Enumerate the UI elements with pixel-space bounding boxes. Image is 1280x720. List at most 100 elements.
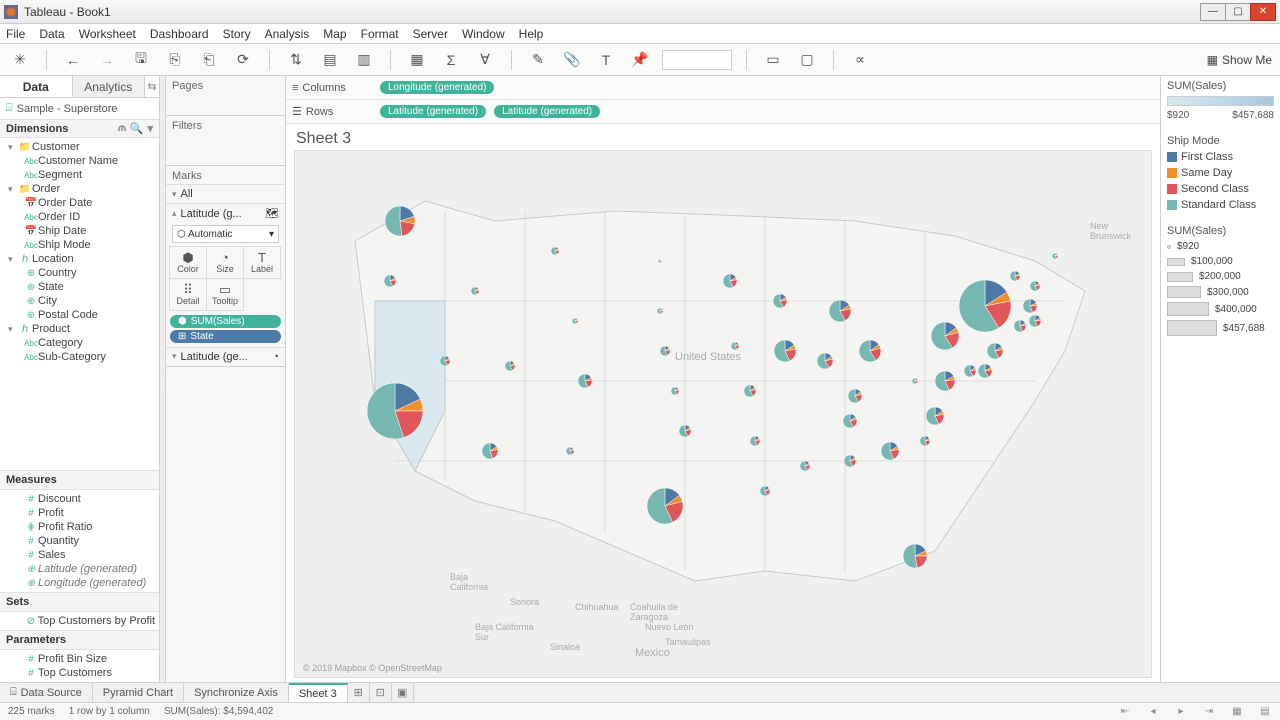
swap-button[interactable]: ⇅ <box>284 48 308 72</box>
view-grid-icon[interactable]: ▦ <box>1230 706 1244 717</box>
view-film-icon[interactable]: ▤ <box>1258 706 1272 717</box>
text-button[interactable]: T <box>594 48 618 72</box>
field-profit-ratio[interactable]: ⋕Profit Ratio <box>0 520 159 534</box>
pill-col-longitude[interactable]: Longitude (generated) <box>380 81 494 94</box>
marks-color[interactable]: ⬢Color <box>169 246 207 279</box>
dim-filter-icon[interactable]: ⫙ <box>118 122 126 135</box>
new-datasource-button[interactable]: ⎘ <box>163 48 187 72</box>
show-me-button[interactable]: ▦ Show Me <box>1207 53 1272 67</box>
totals-button[interactable]: Σ <box>439 48 463 72</box>
marks-label[interactable]: TLabel <box>243 246 281 279</box>
marks-size[interactable]: ◔Size <box>206 246 244 279</box>
side-toggle[interactable]: ⇆ <box>145 76 159 97</box>
menu-story[interactable]: Story <box>223 27 251 41</box>
field-lon-gen[interactable]: ⊕Longitude (generated) <box>0 576 159 590</box>
group-button[interactable]: ▦ <box>405 48 429 72</box>
legend-cat-same[interactable]: Same Day <box>1167 167 1274 179</box>
tableau-icon[interactable]: ✳ <box>8 48 32 72</box>
new-story-button[interactable]: ▣ <box>392 683 414 702</box>
save-button[interactable]: 🖫 <box>129 48 153 72</box>
field-postal-code[interactable]: ⊕Postal Code <box>0 308 159 322</box>
param-top-customers[interactable]: #Top Customers <box>0 666 159 680</box>
forward-button[interactable]: → <box>95 48 119 72</box>
pages-shelf[interactable]: Pages <box>172 80 279 92</box>
legend-size-0[interactable]: $920 <box>1167 241 1274 252</box>
menu-dashboard[interactable]: Dashboard <box>150 27 209 41</box>
field-profit[interactable]: #Profit <box>0 506 159 520</box>
sheet-title[interactable]: Sheet 3 <box>286 124 1160 150</box>
abc-button[interactable]: Ɐ <box>473 48 497 72</box>
tab-data-source[interactable]: ⌸Data Source <box>0 683 93 702</box>
marks-lat-1[interactable]: ▴Latitude (g...🗺 <box>166 203 285 223</box>
sort-desc-button[interactable]: ▥ <box>352 48 376 72</box>
filters-shelf[interactable]: Filters <box>172 120 279 132</box>
maximize-button[interactable]: ▢ <box>1225 3 1251 21</box>
share-button[interactable]: ∝ <box>848 48 872 72</box>
dim-search-icon[interactable]: 🔍 <box>130 122 144 135</box>
legend-size-3[interactable]: $300,000 <box>1167 286 1274 298</box>
param-profit-bin-size[interactable]: #Profit Bin Size <box>0 652 159 666</box>
menu-worksheet[interactable]: Worksheet <box>79 27 136 41</box>
field-state[interactable]: ⊕State <box>0 280 159 294</box>
legend-size-1[interactable]: $100,000 <box>1167 256 1274 267</box>
marks-detail[interactable]: ⠿Detail <box>169 278 207 311</box>
menu-file[interactable]: File <box>6 27 25 41</box>
legend-size-5[interactable]: $457,688 <box>1167 320 1274 336</box>
folder-order[interactable]: ▾📁Order <box>0 182 159 196</box>
presentation-button[interactable]: ▢ <box>795 48 819 72</box>
folder-product[interactable]: ▾ℎProduct <box>0 322 159 336</box>
close-button[interactable]: ✕ <box>1250 3 1276 21</box>
new-dashboard-button[interactable]: ⊡ <box>370 683 392 702</box>
nav-prev[interactable]: ◂ <box>1146 706 1160 717</box>
nav-first[interactable]: ⇤ <box>1118 706 1132 717</box>
legend-cat-second[interactable]: Second Class <box>1167 183 1274 195</box>
pill-marks-state[interactable]: ⊞State <box>170 330 281 343</box>
menu-format[interactable]: Format <box>361 27 399 41</box>
rows-shelf[interactable]: ☰Rows Latitude (generated) Latitude (gen… <box>286 100 1160 124</box>
pill-row-latitude-1[interactable]: Latitude (generated) <box>380 105 486 118</box>
legend-cat-first[interactable]: First Class <box>1167 151 1274 163</box>
nav-last[interactable]: ⇥ <box>1202 706 1216 717</box>
pill-marks-sum-sales[interactable]: ⬢SUM(Sales) <box>170 315 281 328</box>
highlight-dropdown[interactable] <box>662 50 732 70</box>
tab-analytics[interactable]: Analytics <box>73 76 146 97</box>
legend-size-2[interactable]: $200,000 <box>1167 271 1274 282</box>
field-sub-category[interactable]: AbcSub-Category <box>0 350 159 364</box>
field-category[interactable]: AbcCategory <box>0 336 159 350</box>
menu-window[interactable]: Window <box>462 27 505 41</box>
menu-help[interactable]: Help <box>519 27 544 41</box>
legend-color-bar[interactable] <box>1167 96 1274 106</box>
dim-menu-icon[interactable]: ▾ <box>147 122 153 135</box>
legend-size-4[interactable]: $400,000 <box>1167 302 1274 316</box>
tab-pyramid-chart[interactable]: Pyramid Chart <box>93 683 184 702</box>
tab-sheet-3[interactable]: Sheet 3 <box>289 683 348 702</box>
nav-next[interactable]: ▸ <box>1174 706 1188 717</box>
highlight-button[interactable]: ✎ <box>526 48 550 72</box>
new-sheet-button[interactable]: ⊞ <box>348 683 370 702</box>
menu-server[interactable]: Server <box>413 27 448 41</box>
menu-data[interactable]: Data <box>39 27 64 41</box>
legend-cat-standard[interactable]: Standard Class <box>1167 199 1274 211</box>
data-source-item[interactable]: ⌸ Sample - Superstore <box>0 98 159 120</box>
field-customer-name[interactable]: AbcCustomer Name <box>0 154 159 168</box>
tab-synchronize-axis[interactable]: Synchronize Axis <box>184 683 289 702</box>
field-order-id[interactable]: AbcOrder ID <box>0 210 159 224</box>
field-ship-mode[interactable]: AbcShip Mode <box>0 238 159 252</box>
field-discount[interactable]: #Discount <box>0 492 159 506</box>
columns-shelf[interactable]: ≡Columns Longitude (generated) <box>286 76 1160 100</box>
sort-asc-button[interactable]: ▤ <box>318 48 342 72</box>
mark-type-dropdown[interactable]: ⬡ Automatic▾ <box>172 225 279 243</box>
attach-button[interactable]: 📎 <box>560 48 584 72</box>
pill-row-latitude-2[interactable]: Latitude (generated) <box>494 105 600 118</box>
marks-tooltip[interactable]: ▭Tooltip <box>206 278 244 311</box>
fit-button[interactable]: ▭ <box>761 48 785 72</box>
map-view[interactable]: United States Mexico New Brunswick Baja … <box>294 150 1152 678</box>
tab-data[interactable]: Data <box>0 76 73 97</box>
panel-resize-handle[interactable] <box>160 76 166 682</box>
field-order-date[interactable]: 📅Order Date <box>0 196 159 210</box>
marks-all[interactable]: ▾All <box>166 184 285 203</box>
menu-map[interactable]: Map <box>323 27 346 41</box>
field-lat-gen[interactable]: ⊕Latitude (generated) <box>0 562 159 576</box>
field-segment[interactable]: AbcSegment <box>0 168 159 182</box>
back-button[interactable]: ← <box>61 48 85 72</box>
